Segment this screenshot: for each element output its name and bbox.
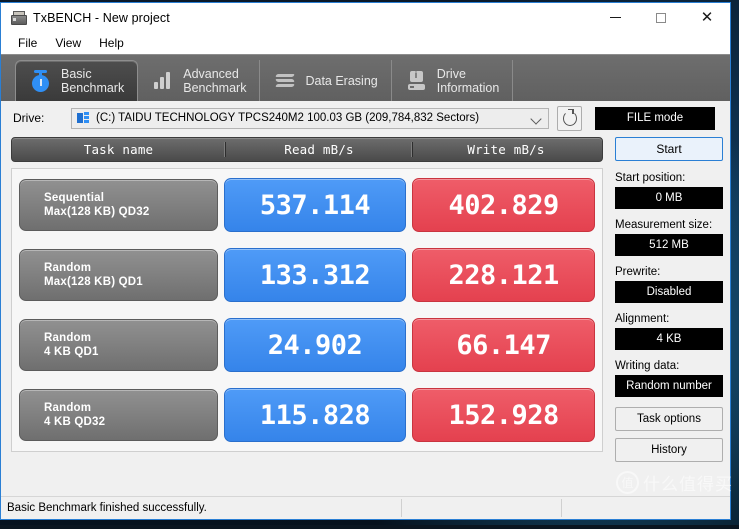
results-table: Task name Read mB/s Write mB/s Sequentia…	[11, 137, 603, 496]
read-value-cell: 115.828	[224, 388, 407, 442]
menu-bar: File View Help	[1, 32, 730, 54]
tab-advanced-benchmark-label: Advanced Benchmark	[183, 67, 246, 95]
task-options-button[interactable]: Task options	[615, 407, 723, 431]
bar-chart-icon	[151, 69, 175, 93]
start-position-label: Start position:	[615, 172, 730, 184]
shredder-icon	[273, 69, 297, 93]
task-name-cell[interactable]: Random Max(128 KB) QD1	[19, 249, 218, 301]
minimize-icon	[610, 17, 621, 18]
write-value-cell: 402.829	[412, 178, 595, 232]
main-panel: Task name Read mB/s Write mB/s Sequentia…	[1, 131, 730, 496]
write-value-cell: 228.121	[412, 248, 595, 302]
tab-basic-benchmark[interactable]: Basic Benchmark	[15, 60, 138, 101]
maximize-icon	[656, 13, 666, 23]
tab-advanced-benchmark[interactable]: Advanced Benchmark	[138, 60, 260, 101]
control-panel: Start Start position: 0 MB Measurement s…	[603, 137, 730, 496]
chevron-down-icon	[530, 113, 541, 124]
status-separator	[401, 499, 402, 517]
write-value-cell: 66.147	[412, 318, 595, 372]
measurement-size-field[interactable]: 512 MB	[615, 234, 723, 256]
menu-item-file[interactable]: File	[9, 34, 46, 52]
drive-select-value: (C:) TAIDU TECHNOLOGY TPCS240M2 100.03 G…	[96, 112, 479, 124]
read-value-cell: 537.114	[224, 178, 407, 232]
table-row: Sequential Max(128 KB) QD32 537.114 402.…	[12, 174, 602, 236]
tab-drive-information[interactable]: Drive Information	[392, 60, 514, 101]
file-mode-button[interactable]: FILE mode	[595, 107, 715, 130]
app-drive-icon	[10, 10, 26, 26]
task-name-line2: Max(128 KB) QD32	[44, 205, 217, 219]
task-name-line1: Random	[44, 401, 217, 415]
task-name-line2: 4 KB QD32	[44, 415, 217, 429]
status-bar: Basic Benchmark finished successfully.	[1, 496, 730, 519]
menu-item-view[interactable]: View	[46, 34, 90, 52]
writing-data-field[interactable]: Random number	[615, 375, 723, 397]
status-message: Basic Benchmark finished successfully.	[1, 502, 207, 514]
refresh-button[interactable]	[557, 106, 582, 131]
task-name-line1: Sequential	[44, 191, 217, 205]
status-separator	[561, 499, 562, 517]
read-value-cell: 133.312	[224, 248, 407, 302]
tab-data-erasing[interactable]: Data Erasing	[260, 60, 391, 101]
application-window: TxBENCH - New project ✕ File View Help B…	[0, 2, 731, 520]
column-header-write: Write mB/s	[412, 142, 599, 157]
table-header-row: Task name Read mB/s Write mB/s	[11, 137, 603, 162]
prewrite-label: Prewrite:	[615, 266, 730, 278]
close-icon: ✕	[701, 10, 714, 25]
tab-drive-information-label: Drive Information	[437, 67, 500, 95]
table-body: Sequential Max(128 KB) QD32 537.114 402.…	[11, 168, 603, 452]
task-name-cell[interactable]: Sequential Max(128 KB) QD32	[19, 179, 218, 231]
read-value-cell: 24.902	[224, 318, 407, 372]
start-position-field[interactable]: 0 MB	[615, 187, 723, 209]
stopwatch-icon	[29, 69, 53, 93]
column-header-read: Read mB/s	[225, 142, 412, 157]
task-name-line2: 4 KB QD1	[44, 345, 217, 359]
menu-item-help[interactable]: Help	[90, 34, 133, 52]
title-bar: TxBENCH - New project ✕	[1, 3, 730, 32]
prewrite-field[interactable]: Disabled	[615, 281, 723, 303]
task-name-line1: Random	[44, 261, 217, 275]
drive-label: Drive:	[13, 111, 71, 125]
window-title: TxBENCH - New project	[33, 11, 170, 25]
table-row: Random 4 KB QD32 115.828 152.928	[12, 384, 602, 446]
write-value-cell: 152.928	[412, 388, 595, 442]
window-controls: ✕	[592, 3, 730, 32]
refresh-icon	[563, 111, 577, 126]
history-button[interactable]: History	[615, 438, 723, 462]
writing-data-label: Writing data:	[615, 360, 730, 372]
column-header-task-name: Task name	[12, 142, 225, 157]
table-row: Random 4 KB QD1 24.902 66.147	[12, 314, 602, 376]
maximize-button[interactable]	[638, 3, 684, 32]
drive-selection-row: Drive: (C:) TAIDU TECHNOLOGY TPCS240M2 1…	[1, 101, 730, 131]
task-name-cell[interactable]: Random 4 KB QD32	[19, 389, 218, 441]
measurement-size-label: Measurement size:	[615, 219, 730, 231]
tab-data-erasing-label: Data Erasing	[305, 74, 377, 88]
minimize-button[interactable]	[592, 3, 638, 32]
content-area: Drive: (C:) TAIDU TECHNOLOGY TPCS240M2 1…	[1, 101, 730, 519]
tab-strip: Basic Benchmark Advanced Benchmark Data …	[1, 54, 730, 101]
start-button[interactable]: Start	[615, 137, 723, 161]
hdd-icon	[77, 112, 90, 124]
tab-basic-benchmark-label: Basic Benchmark	[61, 67, 124, 95]
alignment-label: Alignment:	[615, 313, 730, 325]
drive-select[interactable]: (C:) TAIDU TECHNOLOGY TPCS240M2 100.03 G…	[71, 108, 549, 129]
drive-info-icon	[405, 69, 429, 93]
task-name-cell[interactable]: Random 4 KB QD1	[19, 319, 218, 371]
task-name-line2: Max(128 KB) QD1	[44, 275, 217, 289]
task-name-line1: Random	[44, 331, 217, 345]
close-button[interactable]: ✕	[684, 3, 730, 32]
table-row: Random Max(128 KB) QD1 133.312 228.121	[12, 244, 602, 306]
alignment-field[interactable]: 4 KB	[615, 328, 723, 350]
